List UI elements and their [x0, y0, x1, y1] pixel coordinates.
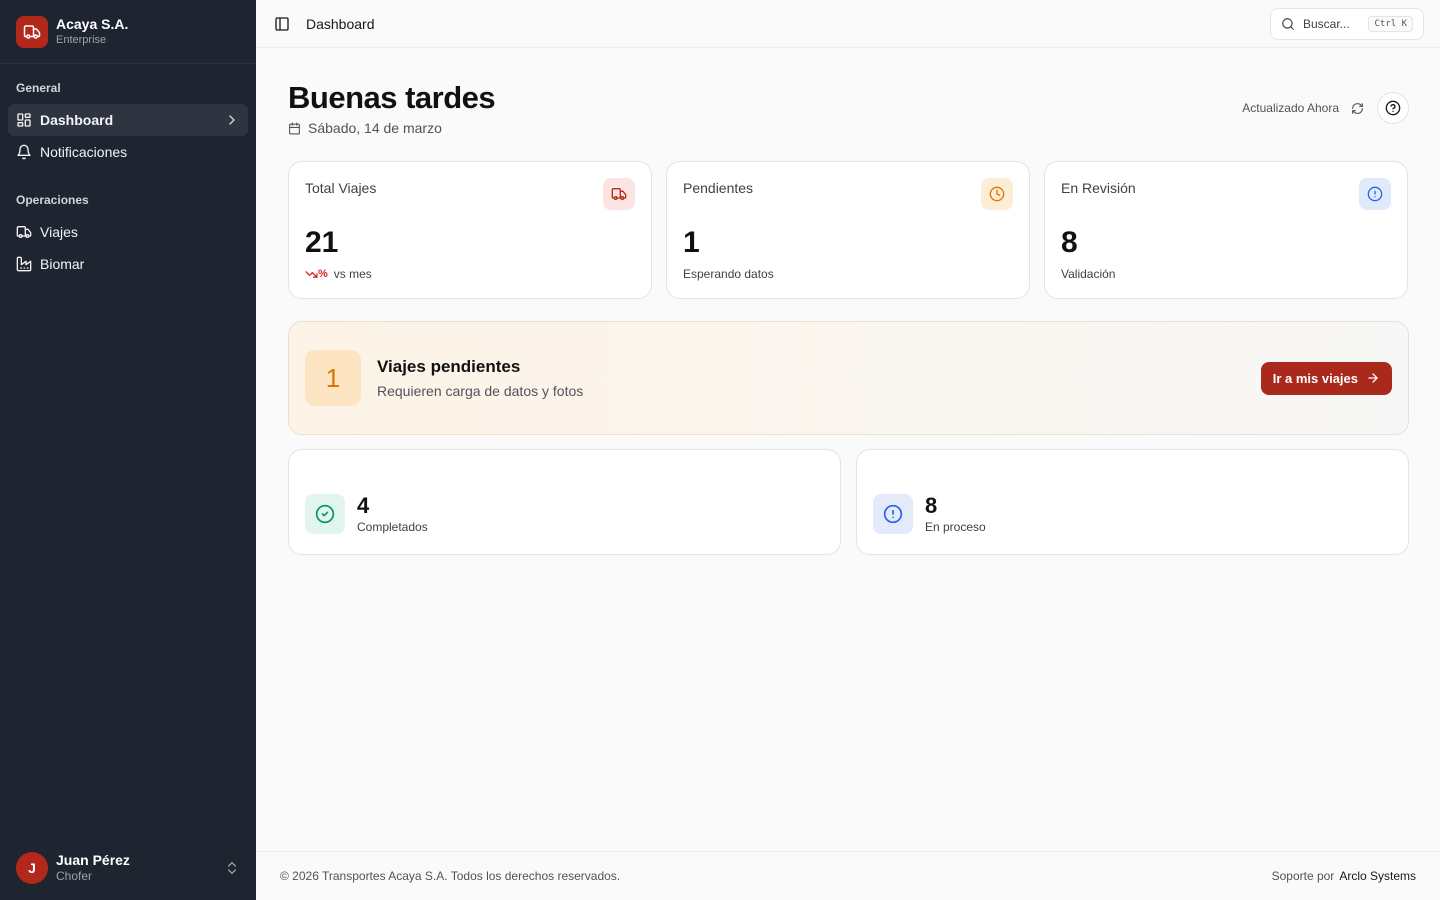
- support-link[interactable]: Arclo Systems: [1339, 869, 1416, 883]
- help-circle-icon: [1385, 100, 1401, 116]
- user-role: Chofer: [56, 869, 93, 883]
- search-icon: [1281, 17, 1295, 31]
- breadcrumb: Dashboard: [306, 15, 375, 32]
- pending-subtitle: Requieren carga de datos y fotos: [377, 383, 584, 399]
- update-status: Actualizado Ahora: [1242, 92, 1409, 124]
- stat-value: 1: [683, 226, 700, 259]
- chevrons-up-down-icon: [224, 860, 240, 876]
- trend-down: %: [305, 268, 328, 281]
- updated-label: Actualizado Ahora: [1242, 101, 1339, 115]
- sidebar-item-label: Biomar: [40, 256, 85, 272]
- sidebar-item-notificaciones[interactable]: Notificaciones: [8, 136, 248, 168]
- sidebar-item-viajes[interactable]: Viajes: [8, 216, 248, 248]
- brand-switcher[interactable]: Acaya S.A. Enterprise: [0, 0, 256, 64]
- check-circle-icon: [305, 494, 345, 534]
- stat-card-pendientes[interactable]: Pendientes 1 Esperando datos: [666, 161, 1030, 299]
- trending-down-icon: [305, 270, 318, 278]
- truck-logo-icon: [16, 15, 48, 48]
- stat-title: Pendientes: [683, 180, 754, 196]
- truck-icon: [16, 224, 32, 240]
- stat-card-total-viajes[interactable]: Total Viajes 21 % vs mes: [288, 161, 652, 299]
- trend-value: %: [318, 268, 328, 280]
- nav-group-operaciones: Operaciones Viajes Biomar: [0, 184, 256, 280]
- chevron-right-icon: [224, 112, 240, 128]
- sidebar-item-biomar[interactable]: Biomar: [8, 248, 248, 280]
- summary-label: En proceso: [925, 520, 986, 534]
- sidebar-item-label: Viajes: [40, 224, 78, 240]
- sidebar: Acaya S.A. Enterprise General Dashboard …: [0, 0, 256, 900]
- summary-value: 8: [925, 493, 938, 518]
- stat-sub-label: Validación: [1061, 267, 1116, 281]
- clock-icon: [981, 178, 1013, 210]
- sidebar-item-dashboard[interactable]: Dashboard: [8, 104, 248, 136]
- summary-row: 4 Completados 8 En proceso: [288, 449, 1409, 555]
- brand-name: Acaya S.A.: [56, 16, 129, 32]
- calendar-icon: [288, 122, 308, 135]
- nav-group-label: General: [16, 81, 61, 95]
- support-credit: Soporte por Arclo Systems: [1272, 869, 1416, 883]
- alert-circle-icon: [873, 494, 913, 534]
- refresh-icon[interactable]: [1349, 100, 1365, 116]
- stat-value: 21: [305, 226, 339, 259]
- summary-card-en-proceso[interactable]: 8 En proceso: [856, 449, 1409, 555]
- stat-sub-label: vs mes: [333, 267, 372, 281]
- bell-icon: [16, 144, 32, 160]
- stat-sub: % vs mes: [305, 267, 372, 281]
- search-button[interactable]: Buscar... Ctrl K: [1270, 7, 1424, 40]
- stat-title: En Revisión: [1061, 180, 1136, 196]
- nav-group-general: General Dashboard Notificaciones: [0, 72, 256, 168]
- cta-label: Ir a mis viajes: [1272, 370, 1358, 386]
- stat-sub-label: Esperando datos: [683, 267, 774, 281]
- stat-value: 8: [1061, 226, 1078, 259]
- brand-plan: Enterprise: [56, 34, 107, 46]
- nav-group-label: Operaciones: [16, 193, 89, 207]
- pending-title: Viajes pendientes: [377, 357, 521, 376]
- factory-icon: [16, 256, 32, 272]
- search-label: Buscar...: [1303, 16, 1350, 31]
- pending-trips-banner: 1 Viajes pendientes Requieren carga de d…: [288, 321, 1409, 435]
- support-label: Soporte por: [1271, 869, 1335, 883]
- summary-label: Completados: [357, 520, 428, 534]
- arrow-right-icon: [1368, 373, 1378, 383]
- sidebar-toggle-icon[interactable]: [272, 14, 292, 34]
- alert-circle-icon: [1359, 178, 1391, 210]
- copyright: © 2026 Transportes Acaya S.A. Todos los …: [280, 869, 621, 883]
- help-button[interactable]: [1377, 92, 1409, 124]
- stat-card-en-revision[interactable]: En Revisión 8 Validación: [1044, 161, 1408, 299]
- stat-title: Total Viajes: [305, 180, 377, 196]
- date-line: Sábado, 14 de marzo: [288, 120, 442, 136]
- user-menu[interactable]: J Juan Pérez Chofer: [0, 836, 256, 900]
- top-header: Dashboard Buscar... Ctrl K: [256, 0, 1440, 48]
- user-name: Juan Pérez: [56, 852, 130, 868]
- page-footer: © 2026 Transportes Acaya S.A. Todos los …: [256, 851, 1440, 900]
- summary-value: 4: [357, 493, 370, 518]
- go-to-trips-button[interactable]: Ir a mis viajes: [1260, 361, 1392, 395]
- truck-icon: [603, 178, 635, 210]
- grid-icon: [16, 112, 32, 128]
- search-shortcut: Ctrl K: [1368, 15, 1413, 32]
- pending-count-badge: 1: [305, 350, 361, 406]
- stats-row: Total Viajes 21 % vs mes Pendientes 1 Es…: [288, 161, 1409, 299]
- page-title: Buenas tardes: [288, 80, 496, 115]
- date-text: Sábado, 14 de marzo: [308, 120, 442, 136]
- sidebar-item-label: Dashboard: [40, 112, 114, 128]
- summary-card-completados[interactable]: 4 Completados: [288, 449, 841, 555]
- sidebar-item-label: Notificaciones: [40, 144, 128, 160]
- avatar: J: [16, 852, 48, 884]
